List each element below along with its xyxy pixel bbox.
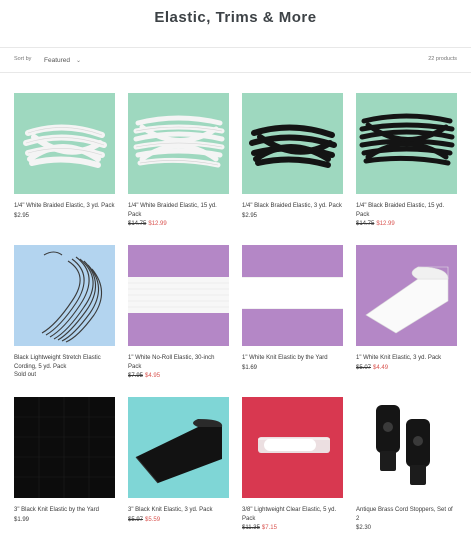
sold-out-label: Sold out [14, 372, 37, 378]
product-sale-price: $4.95 [145, 373, 161, 379]
product-card[interactable]: 1/4" Black Braided Elastic, 15 yd. Pack … [356, 93, 457, 245]
product-compare-price: $11.35 [242, 525, 260, 531]
product-card[interactable]: 1" White Knit Elastic, 3 yd. Pack $5.07 $… [356, 245, 457, 397]
product-sale-price: $12.99 [376, 221, 395, 227]
product-price: $2.30 [356, 525, 372, 531]
product-title[interactable]: 3" Black Knit Elastic, 3 yd. Pack [128, 506, 229, 515]
product-title[interactable]: 1" White Knit Elastic, 3 yd. Pack [356, 354, 457, 363]
product-card[interactable]: 1" White No-Roll Elastic, 30-inch Pack $… [128, 245, 229, 397]
product-image[interactable] [356, 245, 457, 346]
product-image[interactable] [242, 245, 343, 346]
product-title[interactable]: 3" Black Knit Elastic by the Yard [14, 506, 115, 515]
product-card[interactable]: 1" White Knit Elastic by the Yard $1.69 [242, 245, 343, 397]
product-image[interactable] [14, 397, 115, 498]
collection-toolbar: Sort by Featured ⌄ 22 products [0, 47, 471, 73]
sort-select[interactable]: Featured ⌄ [40, 53, 85, 67]
product-price: $2.95 [14, 212, 30, 219]
product-title[interactable]: Antique Brass Cord Stoppers, Set of 2 [356, 506, 457, 523]
product-title[interactable]: 1/4" White Braided Elastic, 15 yd. Pack [128, 202, 229, 219]
product-title[interactable]: 1/4" White Braided Elastic, 3 yd. Pack [14, 202, 115, 211]
product-compare-price: $7.95 [128, 373, 144, 379]
product-title[interactable]: 1" White Knit Elastic by the Yard [242, 354, 343, 363]
product-title[interactable]: 1/4" Black Braided Elastic, 3 yd. Pack [242, 202, 343, 211]
product-price: $2.95 [242, 212, 258, 219]
product-count: 22 products [428, 56, 457, 62]
page-title: Elastic, Trims & More [154, 9, 317, 26]
product-card[interactable]: 1/4" White Braided Elastic, 15 yd. Pack … [128, 93, 229, 245]
product-title[interactable]: 1/4" Black Braided Elastic, 15 yd. Pack [356, 202, 457, 219]
product-compare-price: $14.75 [128, 221, 147, 227]
product-card[interactable]: Black Lightweight Stretch Elastic Cordin… [14, 245, 115, 397]
product-title[interactable]: Black Lightweight Stretch Elastic Cordin… [14, 354, 115, 371]
sort-label: Sort by [14, 56, 32, 62]
product-sale-price: $7.15 [261, 525, 277, 531]
product-title[interactable]: 1" White No-Roll Elastic, 30-inch Pack [128, 354, 229, 371]
product-price: $1.69 [242, 364, 258, 371]
product-image[interactable] [242, 397, 343, 498]
product-image[interactable] [128, 93, 229, 194]
product-image[interactable] [356, 397, 457, 498]
product-title[interactable]: 3/8" Lightweight Clear Elastic, 5 yd. Pa… [242, 506, 343, 523]
product-card[interactable]: 3" Black Knit Elastic, 3 yd. Pack $5.97 $… [128, 397, 229, 540]
product-grid: 1/4" White Braided Elastic, 3 yd. Pack $… [14, 93, 458, 540]
product-compare-price: $14.75 [356, 221, 375, 227]
product-card[interactable]: 3/8" Lightweight Clear Elastic, 5 yd. Pa… [242, 397, 343, 540]
chevron-down-icon: ⌄ [76, 57, 82, 64]
product-card[interactable]: Antique Brass Cord Stoppers, Set of 2 $2… [356, 397, 457, 540]
sort-value: Featured [44, 56, 71, 64]
product-image[interactable] [14, 93, 115, 194]
product-compare-price: $5.97 [128, 516, 144, 523]
product-image[interactable] [356, 93, 457, 194]
product-compare-price: $5.07 [356, 364, 372, 371]
product-sale-price: $12.99 [148, 221, 167, 227]
product-card[interactable]: 1/4" Black Braided Elastic, 3 yd. Pack $… [242, 93, 343, 245]
product-sale-price: $4.49 [373, 364, 389, 371]
product-card[interactable]: 3" Black Knit Elastic by the Yard $1.99 [14, 397, 115, 540]
product-card[interactable]: 1/4" White Braided Elastic, 3 yd. Pack $… [14, 93, 115, 245]
product-price: $1.99 [14, 516, 30, 523]
product-image[interactable] [14, 245, 115, 346]
product-image[interactable] [128, 397, 229, 498]
product-image[interactable] [242, 93, 343, 194]
product-image[interactable] [128, 245, 229, 346]
product-sale-price: $5.59 [145, 516, 161, 523]
